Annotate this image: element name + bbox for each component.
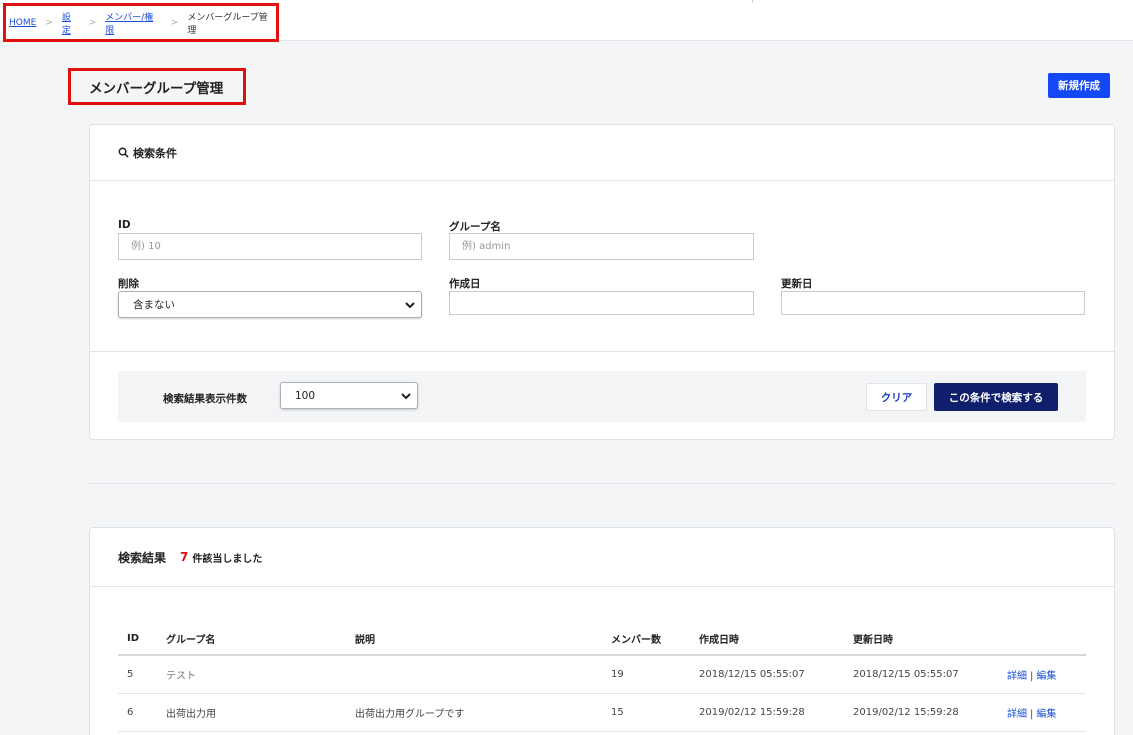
delete-label: 削除 — [118, 278, 139, 290]
cell-member-count: 15 — [602, 693, 690, 732]
breadcrumb-current: メンバーグループ管理 — [187, 12, 268, 36]
column-header-actions — [998, 622, 1086, 656]
detail-link[interactable]: 詳細 — [1007, 709, 1027, 720]
search-panel-header: 検索条件 — [90, 125, 1114, 181]
search-submit-button[interactable]: この条件で検索する — [934, 383, 1058, 411]
column-header-id: ID — [118, 622, 157, 656]
column-header-member-count: メンバー数 — [602, 622, 690, 656]
top-divider-tick — [752, 0, 753, 3]
cell-description: 出荷出力用グループです — [346, 693, 602, 732]
table-header-row: ID グループ名 説明 メンバー数 作成日時 更新日時 — [118, 622, 1086, 656]
group-name-input[interactable] — [449, 233, 754, 260]
id-input[interactable] — [118, 233, 422, 260]
search-panel: 検索条件 ID グループ名 削除 含まない 作成日 更新日 検索結果表示件数 1… — [89, 124, 1115, 440]
chevron-down-icon — [405, 302, 415, 309]
cell-group-name: テスト — [157, 655, 346, 694]
group-name-label: グループ名 — [449, 221, 501, 233]
edit-link[interactable]: 編集 — [1036, 671, 1056, 682]
results-count-suffix: 件該当しました — [192, 553, 263, 565]
clear-button[interactable]: クリア — [866, 383, 927, 411]
display-count-value: 100 — [295, 389, 316, 402]
breadcrumb-member-permission-link[interactable]: メンバー/権限 — [105, 10, 162, 36]
cell-id: 5 — [118, 655, 157, 694]
breadcrumb-separator: > — [45, 17, 53, 28]
cell-created-at: 2018/12/15 05:55:07 — [690, 655, 844, 694]
column-header-description: 説明 — [346, 622, 602, 656]
breadcrumb-home-link[interactable]: HOME — [9, 18, 36, 28]
action-divider: | — [1030, 708, 1034, 720]
search-panel-title: 検索条件 — [133, 146, 177, 160]
results-count: 7 — [180, 550, 189, 564]
cell-description — [346, 655, 602, 694]
id-label: ID — [118, 219, 131, 231]
column-header-created-at: 作成日時 — [690, 622, 844, 656]
column-header-group-name: グループ名 — [157, 622, 346, 656]
page-title: メンバーグループ管理 — [68, 68, 246, 105]
results-header: 検索結果 7 件該当しました — [90, 528, 1114, 587]
results-panel: 検索結果 7 件該当しました ID グループ名 説明 メンバー数 作成日時 更新… — [89, 527, 1115, 735]
table-row: 5 テスト 19 2018/12/15 05:55:07 2018/12/15 … — [118, 655, 1086, 694]
edit-link[interactable]: 編集 — [1036, 709, 1056, 720]
cell-group-name: 出荷出力用 — [157, 693, 346, 732]
search-panel-divider — [90, 351, 1114, 352]
results-table: ID グループ名 説明 メンバー数 作成日時 更新日時 5 テスト 19 201… — [118, 622, 1086, 732]
created-date-label: 作成日 — [449, 278, 481, 290]
cell-actions: 詳細 | 編集 — [998, 655, 1086, 694]
column-header-updated-at: 更新日時 — [844, 622, 998, 656]
display-count-label: 検索結果表示件数 — [163, 393, 247, 405]
created-date-input[interactable] — [449, 291, 754, 315]
cell-created-at: 2019/02/12 15:59:28 — [690, 693, 844, 732]
display-count-select[interactable]: 100 — [280, 382, 418, 409]
table-row: 6 出荷出力用 出荷出力用グループです 15 2019/02/12 15:59:… — [118, 693, 1086, 732]
cell-actions: 詳細 | 編集 — [998, 693, 1086, 732]
updated-date-input[interactable] — [781, 291, 1085, 315]
breadcrumb: HOME > 設定 > メンバー/権限 > メンバーグループ管理 — [3, 3, 279, 42]
cell-updated-at: 2018/12/15 05:55:07 — [844, 655, 998, 694]
breadcrumb-separator: > — [88, 17, 97, 28]
section-divider — [89, 483, 1115, 484]
updated-date-label: 更新日 — [781, 278, 813, 290]
detail-link[interactable]: 詳細 — [1007, 671, 1027, 682]
cell-updated-at: 2019/02/12 15:59:28 — [844, 693, 998, 732]
action-divider: | — [1030, 670, 1034, 682]
breadcrumb-separator: > — [170, 17, 179, 28]
cell-member-count: 19 — [602, 655, 690, 694]
delete-select-value: 含まない — [133, 299, 175, 311]
results-title: 検索結果 — [118, 550, 167, 565]
search-icon — [118, 147, 129, 158]
create-new-button[interactable]: 新規作成 — [1048, 73, 1110, 98]
search-action-bar: 検索結果表示件数 100 クリア この条件で検索する — [118, 371, 1086, 422]
chevron-down-icon — [401, 393, 411, 400]
cell-id: 6 — [118, 693, 157, 732]
breadcrumb-settings-link[interactable]: 設定 — [62, 10, 80, 36]
delete-select[interactable]: 含まない — [118, 291, 422, 318]
